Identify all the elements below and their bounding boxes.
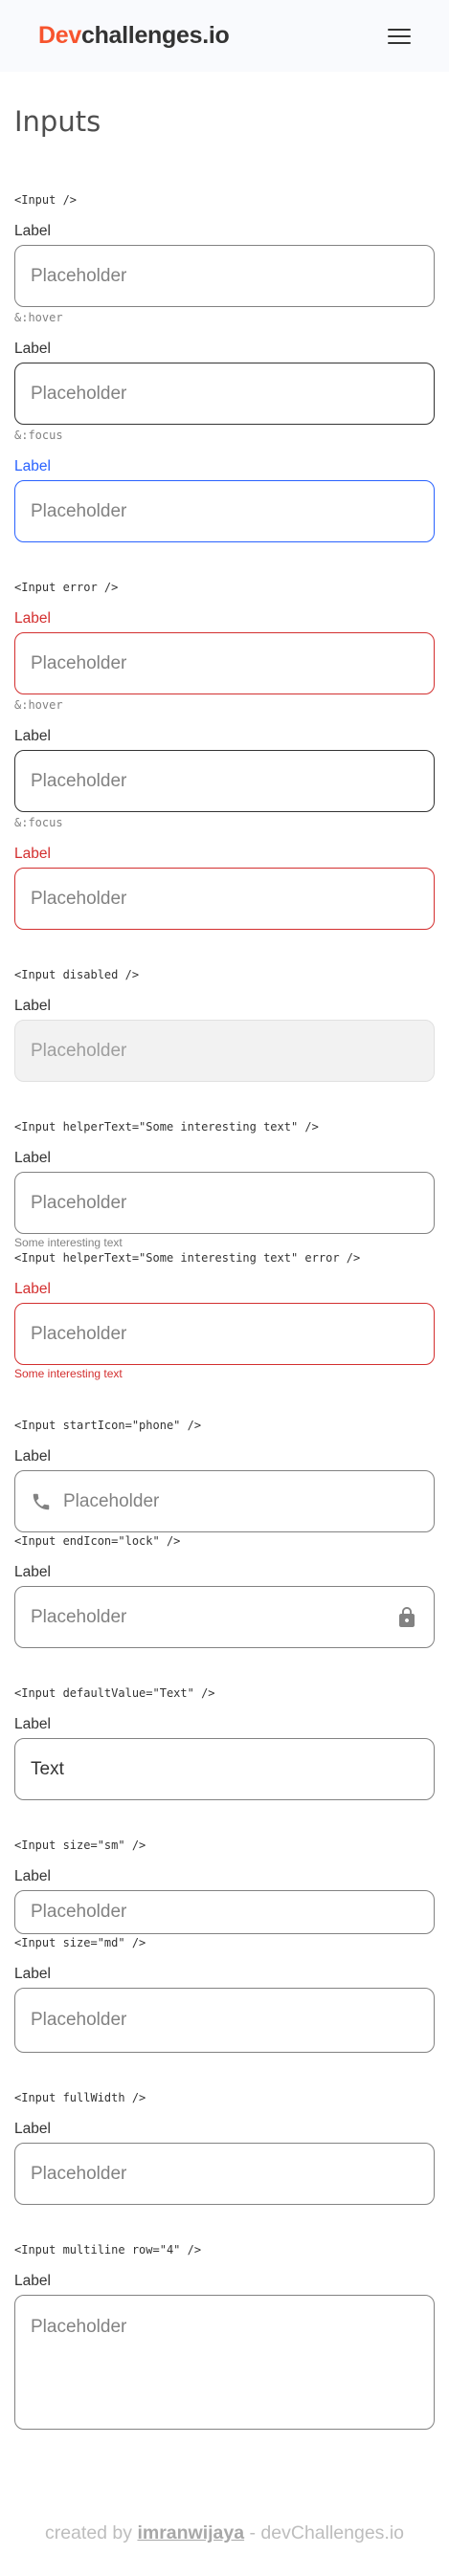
input-placeholder: Placeholder: [31, 500, 127, 521]
logo-accent: Dev: [38, 22, 81, 49]
author-link[interactable]: imranwijaya: [137, 2522, 244, 2543]
input-placeholder: Placeholder: [31, 1606, 127, 1627]
input-placeholder: Placeholder: [31, 652, 127, 673]
lock-icon: [395, 1606, 418, 1629]
input-placeholder: Placeholder: [31, 1902, 127, 1922]
error-focus-input[interactable]: Placeholder: [14, 868, 435, 930]
helper-text: Some interesting text: [14, 1236, 123, 1249]
code-label: <Input fullWidth />: [14, 2091, 146, 2104]
menu-line: [388, 28, 411, 31]
error-input[interactable]: Placeholder: [14, 632, 435, 694]
default-input[interactable]: Placeholder: [14, 245, 435, 307]
code-label: <Input helperText="Some interesting text…: [14, 1120, 319, 1134]
footer-prefix: created by: [44, 2522, 138, 2543]
default-value-input[interactable]: Text: [14, 1738, 435, 1800]
input-placeholder: Placeholder: [31, 888, 127, 909]
full-width-input[interactable]: Placeholder: [14, 2143, 435, 2205]
input-placeholder: Placeholder: [31, 2010, 127, 2030]
focus-input[interactable]: Placeholder: [14, 480, 435, 542]
phone-icon: [31, 1491, 52, 1512]
code-label: <Input size="sm" />: [14, 1838, 146, 1852]
menu-line: [388, 34, 411, 37]
error-hover-input[interactable]: Placeholder: [14, 750, 435, 812]
code-label: <Input startIcon="phone" />: [14, 1419, 202, 1432]
input-label: Label: [14, 223, 51, 239]
helper-text-error: Some interesting text: [14, 1367, 123, 1380]
input-label: Label: [14, 998, 51, 1014]
helper-input[interactable]: Placeholder: [14, 1172, 435, 1234]
state-label: &:hover: [14, 698, 63, 712]
code-label: <Input />: [14, 193, 78, 207]
page-title: Inputs: [14, 105, 101, 138]
state-label: &:focus: [14, 429, 63, 442]
input-placeholder: Placeholder: [31, 2317, 127, 2337]
state-label: &:hover: [14, 311, 63, 324]
app-header: Devchallenges.io: [0, 0, 449, 72]
start-icon-input[interactable]: Placeholder: [14, 1470, 435, 1532]
multiline-textarea[interactable]: Placeholder: [14, 2295, 435, 2430]
input-label: Label: [14, 728, 51, 744]
input-placeholder: Placeholder: [31, 383, 127, 404]
input-placeholder: Placeholder: [31, 1323, 127, 1344]
helper-error-input[interactable]: Placeholder: [14, 1303, 435, 1365]
main-content: Inputs <Input /> Label Placeholder &:hov…: [0, 105, 449, 2430]
menu-line: [388, 41, 411, 44]
input-label: Label: [14, 1564, 51, 1580]
input-label: Label: [14, 341, 51, 357]
code-label: <Input defaultValue="Text" />: [14, 1686, 215, 1700]
input-label: Label: [14, 1716, 51, 1732]
input-label: Label: [14, 1448, 51, 1464]
input-label: Label: [14, 2121, 51, 2137]
input-label: Label: [14, 1868, 51, 1884]
footer-suffix: - devChallenges.io: [244, 2522, 405, 2543]
input-placeholder: Placeholder: [31, 265, 127, 286]
input-label: Label: [14, 1150, 51, 1166]
input-label: Label: [14, 846, 51, 862]
footer: created by imranwijaya - devChallenges.i…: [0, 2522, 449, 2544]
input-value: Text: [31, 1758, 64, 1779]
input-placeholder: Placeholder: [31, 2163, 127, 2184]
input-placeholder: Placeholder: [31, 770, 127, 791]
code-label: <Input size="md" />: [14, 1936, 146, 1949]
input-placeholder: Placeholder: [31, 1040, 127, 1061]
input-placeholder: Placeholder: [63, 1490, 160, 1511]
code-label: <Input disabled />: [14, 968, 140, 981]
logo[interactable]: Devchallenges.io: [38, 22, 230, 50]
logo-text: challenges.io: [80, 22, 230, 49]
input-label: Label: [14, 1281, 51, 1297]
input-label: Label: [14, 2273, 51, 2289]
input-label: Label: [14, 458, 51, 474]
code-label: <Input multiline row="4" />: [14, 2243, 202, 2257]
state-label: &:focus: [14, 816, 63, 829]
input-placeholder: Placeholder: [31, 1192, 127, 1213]
end-icon-input[interactable]: Placeholder: [14, 1586, 435, 1648]
small-input[interactable]: Placeholder: [14, 1890, 435, 1934]
input-label: Label: [14, 1966, 51, 1982]
input-label: Label: [14, 610, 51, 627]
hamburger-menu-icon[interactable]: [388, 28, 411, 44]
code-label: <Input error />: [14, 581, 119, 594]
code-label: <Input endIcon="lock" />: [14, 1534, 181, 1548]
hover-input[interactable]: Placeholder: [14, 363, 435, 425]
code-label: <Input helperText="Some interesting text…: [14, 1251, 361, 1265]
disabled-input: Placeholder: [14, 1020, 435, 1082]
medium-input[interactable]: Placeholder: [14, 1988, 435, 2053]
